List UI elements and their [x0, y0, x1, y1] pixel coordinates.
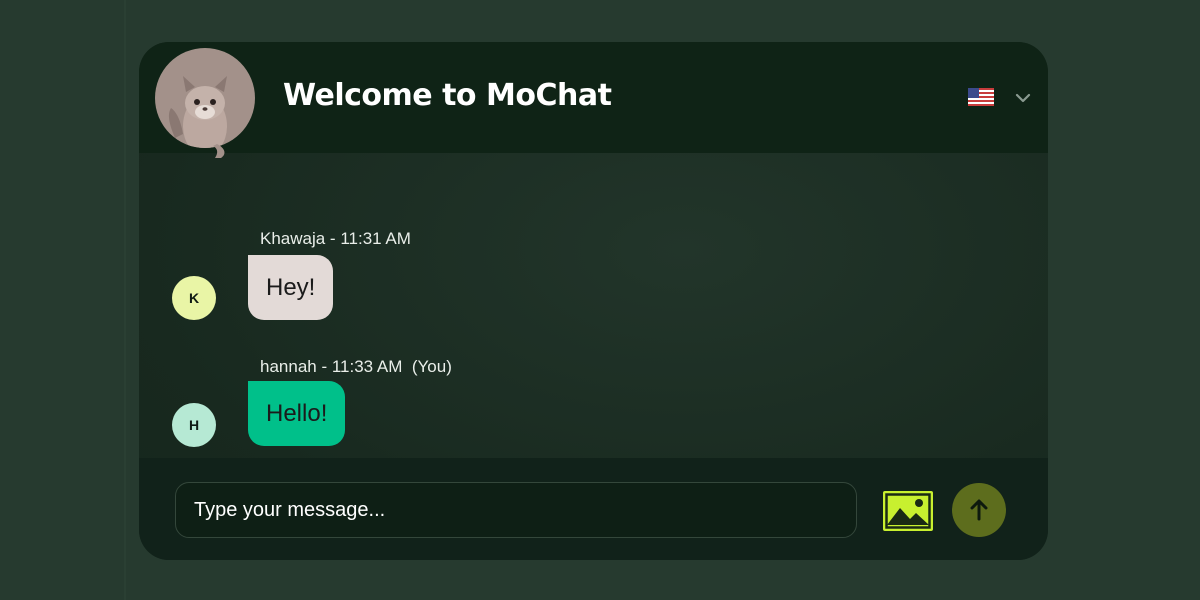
- avatar: H: [172, 403, 216, 447]
- page-divider: [124, 0, 126, 600]
- us-flag-icon: [968, 88, 994, 106]
- squirrel-mascot-icon: [155, 48, 255, 158]
- chat-header: Welcome to MoChat: [139, 42, 1048, 158]
- message-list: Khawaja - 11:31 AM K Hey! hannah - 11:33…: [139, 153, 1048, 458]
- message-meta: hannah - 11:33 AM (You): [260, 357, 452, 376]
- page-title: Welcome to MoChat: [283, 78, 612, 113]
- avatar: K: [172, 276, 216, 320]
- image-icon: [883, 491, 933, 531]
- send-button[interactable]: [952, 483, 1006, 537]
- message-meta: Khawaja - 11:31 AM: [260, 229, 411, 248]
- arrow-up-icon: [970, 499, 988, 521]
- image-upload-button[interactable]: [883, 491, 933, 531]
- message-bubble: Hey!: [248, 255, 334, 320]
- message-composer: [139, 458, 1048, 560]
- chat-window: Welcome to MoChat Khawaja - 11:31 AM K H…: [139, 42, 1048, 560]
- chevron-down-icon: [1015, 93, 1031, 103]
- message-bubble: Hello!: [248, 381, 346, 446]
- message-input[interactable]: [175, 482, 857, 538]
- language-select[interactable]: [965, 84, 1039, 110]
